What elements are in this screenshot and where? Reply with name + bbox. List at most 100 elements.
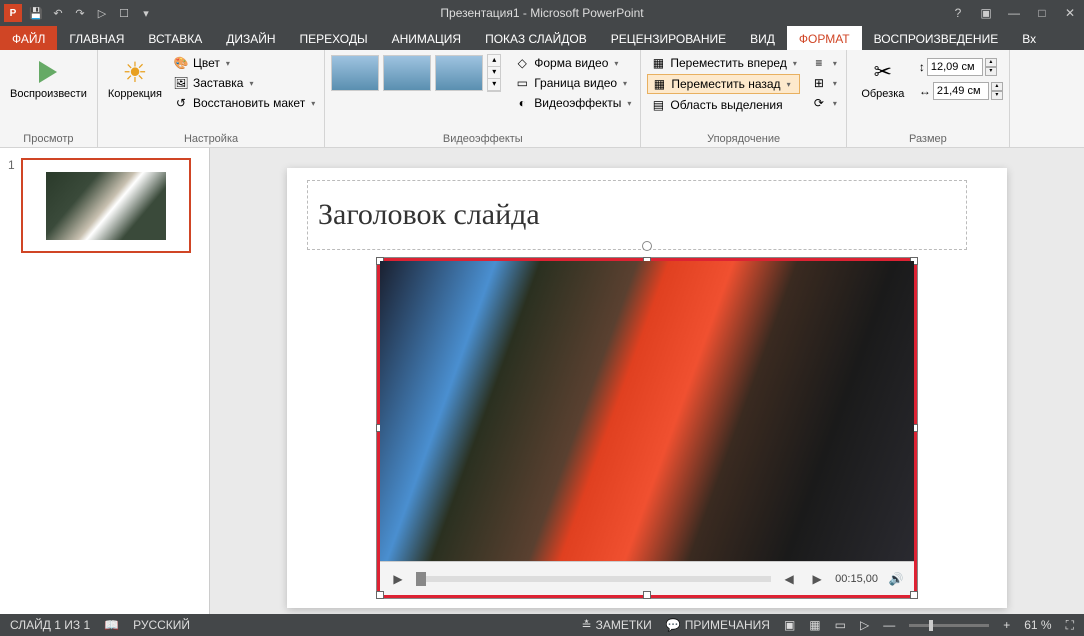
bring-forward-button[interactable]: ▦Переместить вперед▾ bbox=[647, 54, 800, 72]
video-shape-button[interactable]: ◇Форма видео▾ bbox=[511, 54, 634, 72]
video-seek-track[interactable] bbox=[416, 576, 771, 582]
play-icon bbox=[39, 56, 57, 88]
align-button[interactable]: ≡▾ bbox=[808, 54, 840, 72]
image-icon: 🖼 bbox=[173, 75, 189, 91]
video-style-gallery[interactable]: ▴▾▾ bbox=[331, 54, 501, 92]
tab-transitions[interactable]: ПЕРЕХОДЫ bbox=[288, 26, 380, 50]
minimize-button[interactable]: — bbox=[1004, 6, 1024, 20]
slide-canvas[interactable]: Заголовок слайда ▶ ◀ ▶ 00:15,00 bbox=[287, 168, 1007, 608]
tab-insert[interactable]: ВСТАВКА bbox=[136, 26, 214, 50]
step-back-button[interactable]: ◀ bbox=[779, 569, 799, 589]
seek-thumb[interactable] bbox=[416, 572, 426, 586]
play-button[interactable]: Воспроизвести bbox=[6, 54, 91, 103]
height-spinner[interactable]: ↕ ▴▾ bbox=[919, 58, 1003, 76]
slide-thumbnail-1[interactable]: 1 bbox=[8, 158, 201, 253]
save-button[interactable]: 💾 bbox=[26, 3, 46, 23]
rotate-handle[interactable] bbox=[642, 241, 652, 251]
send-backward-button[interactable]: ▦Переместить назад▾ bbox=[647, 74, 800, 94]
handle-bl[interactable] bbox=[376, 591, 384, 599]
tab-home[interactable]: ГЛАВНАЯ bbox=[57, 26, 136, 50]
fit-to-window-button[interactable]: ⛶ bbox=[1066, 618, 1074, 633]
slide-indicator[interactable]: СЛАЙД 1 ИЗ 1 bbox=[10, 618, 90, 632]
slide-editor[interactable]: Заголовок слайда ▶ ◀ ▶ 00:15,00 bbox=[210, 148, 1084, 614]
height-up[interactable]: ▴ bbox=[985, 58, 997, 67]
help-button[interactable]: ? bbox=[948, 6, 968, 20]
gallery-more-button[interactable]: ▴▾▾ bbox=[487, 54, 501, 92]
video-effects-button[interactable]: ◐Видеоэффекты▾ bbox=[511, 94, 634, 112]
volume-button[interactable]: 🔊 bbox=[886, 569, 906, 589]
comments-button[interactable]: 💬 ПРИМЕЧАНИЯ bbox=[666, 618, 770, 632]
reset-design-button[interactable]: ↺Восстановить макет▾ bbox=[170, 94, 318, 112]
normal-view-button[interactable]: ▣ bbox=[784, 618, 795, 632]
slideshow-view-button[interactable]: ▷ bbox=[860, 618, 869, 632]
video-object[interactable]: ▶ ◀ ▶ 00:15,00 🔊 bbox=[377, 258, 917, 598]
corrections-label: Коррекция bbox=[108, 88, 162, 101]
corrections-button[interactable]: ☀ Коррекция bbox=[104, 54, 166, 103]
video-border-label: Граница видео bbox=[534, 76, 617, 90]
group-arrange: ▦Переместить вперед▾ ▦Переместить назад▾… bbox=[641, 50, 847, 147]
spellcheck-button[interactable]: 📖 bbox=[104, 618, 119, 632]
tab-animation[interactable]: АНИМАЦИЯ bbox=[380, 26, 473, 50]
width-input[interactable] bbox=[933, 82, 989, 100]
maximize-button[interactable]: □ bbox=[1032, 6, 1052, 20]
tab-playback[interactable]: ВОСПРОИЗВЕДЕНИЕ bbox=[862, 26, 1011, 50]
close-button[interactable]: ✕ bbox=[1060, 6, 1080, 20]
crop-icon: ✂ bbox=[874, 56, 892, 88]
style-thumb-2[interactable] bbox=[383, 55, 431, 91]
tab-file[interactable]: ФАЙЛ bbox=[0, 26, 57, 50]
tab-design[interactable]: ДИЗАЙН bbox=[214, 26, 287, 50]
sorter-view-button[interactable]: ▦ bbox=[809, 618, 820, 632]
width-spinner[interactable]: ↔ ▴▾ bbox=[919, 82, 1003, 100]
crop-label: Обрезка bbox=[861, 88, 904, 101]
tab-slideshow[interactable]: ПОКАЗ СЛАЙДОВ bbox=[473, 26, 599, 50]
video-border-button[interactable]: ▭Граница видео▾ bbox=[511, 74, 634, 92]
step-forward-button[interactable]: ▶ bbox=[807, 569, 827, 589]
style-thumb-3[interactable] bbox=[435, 55, 483, 91]
qat-customize-icon[interactable]: ▾ bbox=[136, 3, 156, 23]
tab-view[interactable]: ВИД bbox=[738, 26, 787, 50]
reset-icon: ↺ bbox=[173, 95, 189, 111]
tab-format[interactable]: ФОРМАТ bbox=[787, 26, 862, 50]
zoom-slider[interactable] bbox=[909, 624, 989, 627]
width-up[interactable]: ▴ bbox=[991, 82, 1003, 91]
handle-b[interactable] bbox=[643, 591, 651, 599]
group-video-styles: ▴▾▾ ◇Форма видео▾ ▭Граница видео▾ ◐Видео… bbox=[325, 50, 641, 147]
group-button[interactable]: ⊞▾ bbox=[808, 74, 840, 92]
notes-button[interactable]: ≛ ЗАМЕТКИ bbox=[582, 618, 652, 632]
zoom-level[interactable]: 61 % bbox=[1024, 618, 1051, 632]
comments-label: ПРИМЕЧАНИЯ bbox=[685, 618, 770, 632]
start-slideshow-button[interactable]: ▷ bbox=[92, 3, 112, 23]
title-placeholder[interactable]: Заголовок слайда bbox=[307, 180, 967, 250]
video-time: 00:15,00 bbox=[835, 573, 878, 585]
height-input[interactable] bbox=[927, 58, 983, 76]
reading-view-button[interactable]: ▭ bbox=[835, 618, 846, 632]
selection-pane-button[interactable]: ▤Область выделения bbox=[647, 96, 800, 114]
rotate-button[interactable]: ⟳▾ bbox=[808, 94, 840, 112]
crop-button[interactable]: ✂ Обрезка bbox=[853, 54, 913, 103]
tab-review[interactable]: РЕЦЕНЗИРОВАНИЕ bbox=[599, 26, 738, 50]
send-backward-label: Переместить назад bbox=[671, 77, 780, 91]
language-button[interactable]: РУССКИЙ bbox=[133, 618, 190, 632]
handle-br[interactable] bbox=[910, 591, 918, 599]
tab-overflow[interactable]: Вх bbox=[1010, 26, 1048, 50]
thumb-preview[interactable] bbox=[21, 158, 191, 253]
effects-icon: ◐ bbox=[514, 95, 530, 111]
align-icon: ≡ bbox=[811, 55, 827, 71]
style-thumb-1[interactable] bbox=[331, 55, 379, 91]
ribbon-display-button[interactable]: ▣ bbox=[976, 6, 996, 20]
redo-button[interactable]: ↷ bbox=[70, 3, 90, 23]
status-bar: СЛАЙД 1 ИЗ 1 📖 РУССКИЙ ≛ ЗАМЕТКИ 💬 ПРИМЕ… bbox=[0, 614, 1084, 636]
zoom-in-button[interactable]: + bbox=[1003, 618, 1010, 632]
undo-button[interactable]: ↶ bbox=[48, 3, 68, 23]
video-play-button[interactable]: ▶ bbox=[388, 569, 408, 589]
video-frame[interactable] bbox=[380, 261, 914, 561]
thumbnail-pane[interactable]: 1 bbox=[0, 148, 210, 614]
zoom-out-button[interactable]: — bbox=[883, 618, 895, 632]
zoom-handle[interactable] bbox=[929, 620, 933, 631]
color-button[interactable]: 🎨Цвет▾ bbox=[170, 54, 318, 72]
bring-forward-icon: ▦ bbox=[650, 55, 666, 71]
touch-mode-button[interactable]: ☐ bbox=[114, 3, 134, 23]
poster-frame-button[interactable]: 🖼Заставка▾ bbox=[170, 74, 318, 92]
height-down[interactable]: ▾ bbox=[985, 67, 997, 76]
width-down[interactable]: ▾ bbox=[991, 91, 1003, 100]
